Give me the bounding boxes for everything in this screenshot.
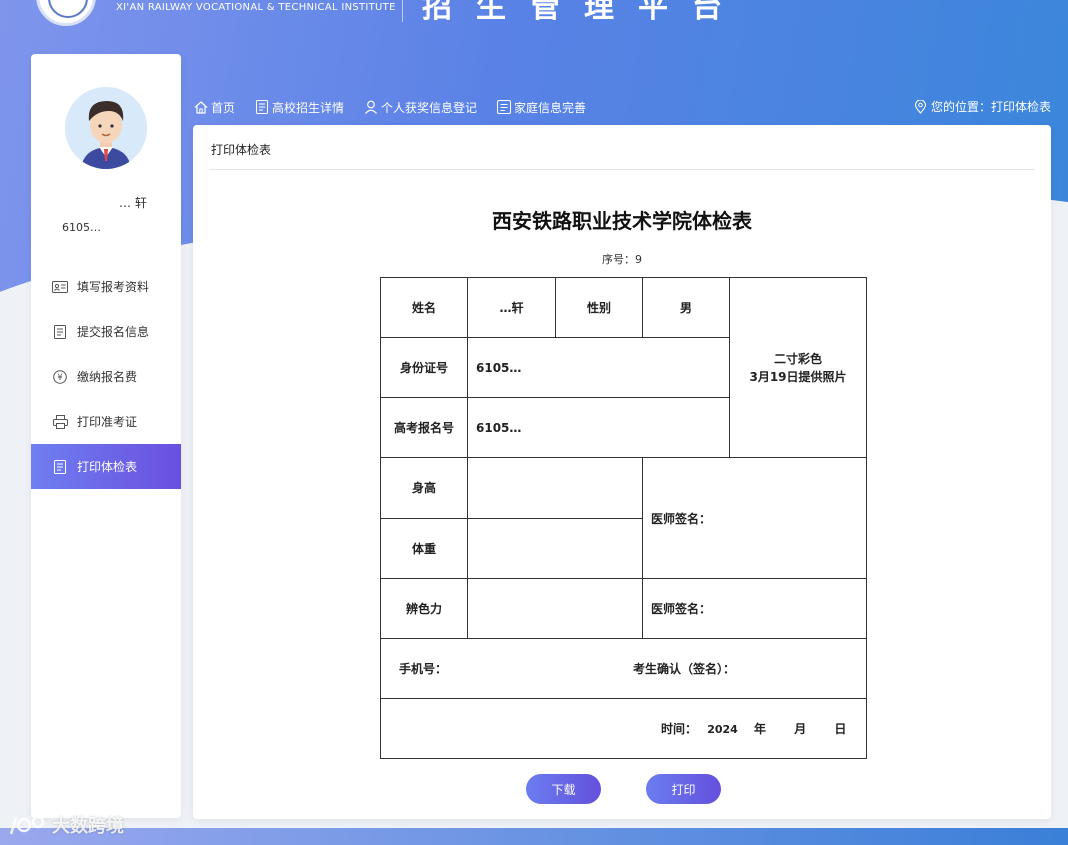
user-name: … 轩 (119, 196, 147, 210)
sidebar-item-pay-fee[interactable]: ¥ 缴纳报名费 (31, 354, 181, 399)
photo-note-date: 3月19日提供照片 (749, 369, 847, 384)
panel-title: 打印体检表 (211, 143, 272, 157)
photo-note-size: 二寸彩色 (773, 351, 822, 366)
doctor-signature-1: 医师签名： (642, 457, 867, 579)
user-icon (365, 100, 377, 114)
platform-title: 招生管理平台 (422, 0, 746, 25)
day-unit: 日 (834, 721, 847, 736)
gender-value: 男 (642, 276, 730, 339)
month-unit: 月 (794, 721, 807, 736)
sidebar-item-submit-info[interactable]: 提交报名信息 (31, 309, 181, 354)
main-panel: 打印体检表 西安铁路职业技术学院体检表 序号：9 姓名 …轩 性别 男 二寸彩色… (193, 125, 1051, 819)
table-row: 辨色力 医师签名： (380, 577, 867, 639)
breadcrumb: 您的位置：打印体检表 (914, 98, 1051, 115)
year-unit: 年 (754, 721, 767, 736)
student-confirm-label: 考生确认（签名）： (633, 661, 736, 676)
user-id: 6105… (62, 221, 101, 234)
location-pin-icon (914, 99, 927, 114)
id-number-value: 6105… (467, 337, 730, 399)
footer-strip (0, 828, 1068, 845)
avatar (65, 87, 147, 169)
nav-label: 首页 (211, 100, 236, 115)
sidebar-item-label: 提交报名信息 (77, 325, 150, 339)
serial-number: 序号：9 (602, 253, 642, 266)
doctor-signature-2: 医师签名： (642, 577, 867, 639)
nav-label: 个人获奖信息登记 (381, 100, 478, 115)
form-title: 西安铁路职业技术学院体检表 (492, 209, 752, 233)
list-icon (497, 100, 512, 114)
header-divider (402, 0, 403, 22)
medical-exam-table: 姓名 …轩 性别 男 二寸彩色 3月19日提供照片 身份证号 6105… 高考报… (380, 276, 867, 760)
gender-label: 性别 (555, 276, 643, 339)
table-row: 身高 医师签名： (380, 457, 867, 579)
color-vision-value (467, 577, 643, 639)
phone-confirm-row: 手机号： 考生确认（签名）： (380, 637, 867, 699)
height-value (467, 457, 643, 519)
sidebar: … 轩 6105… 填写报考资料 提交报名信息 ¥ 缴纳报名费 打印准考证 打印… (31, 54, 181, 818)
nav-home[interactable]: 首页 (194, 99, 235, 116)
id-number-label: 身份证号 (380, 337, 468, 399)
exam-number-label: 高考报名号 (380, 397, 468, 459)
sidebar-item-label: 填写报考资料 (77, 280, 150, 294)
svg-text:¥: ¥ (57, 373, 63, 383)
exam-number-value: 6105… (467, 397, 730, 459)
sidebar-item-label: 打印体检表 (77, 460, 138, 474)
name-value: …轩 (467, 276, 556, 339)
document-icon (52, 324, 68, 339)
sidebar-item-fill-info[interactable]: 填写报考资料 (31, 264, 181, 309)
print-button[interactable]: 打印 (646, 774, 721, 804)
home-icon (194, 100, 208, 114)
action-buttons: 下载 打印 (526, 774, 721, 804)
weight-label: 体重 (380, 517, 468, 579)
photo-cell: 二寸彩色 3月19日提供照片 (729, 276, 867, 459)
document-icon (52, 459, 68, 474)
document-icon (256, 100, 269, 114)
color-vision-label: 辨色力 (380, 577, 468, 639)
date-row: 时间： 2024 年 月 日 (380, 697, 867, 760)
table-row: 手机号： 考生确认（签名）： (380, 637, 867, 699)
institute-english-name: XI'AN RAILWAY VOCATIONAL & TECHNICAL INS… (116, 2, 396, 13)
panel-divider (209, 169, 1035, 170)
watermark-text: 大数跨境 (52, 816, 124, 837)
nav-family-info[interactable]: 家庭信息完善 (497, 99, 586, 116)
breadcrumb-label: 您的位置：打印体检表 (930, 100, 1051, 114)
phone-label: 手机号： (399, 661, 448, 676)
printer-icon (52, 414, 68, 429)
sidebar-menu: 填写报考资料 提交报名信息 ¥ 缴纳报名费 打印准考证 打印体检表 (31, 264, 181, 489)
weight-value (467, 517, 643, 579)
id-card-icon (52, 280, 68, 294)
yen-circle-icon: ¥ (52, 369, 68, 384)
download-button[interactable]: 下载 (526, 774, 601, 804)
name-label: 姓名 (380, 276, 468, 339)
nav-admission-details[interactable]: 高校招生详情 (255, 99, 344, 116)
time-label: 时间： (661, 721, 698, 736)
nav-label: 家庭信息完善 (514, 100, 587, 115)
height-label: 身高 (380, 457, 468, 519)
nav-award-registration[interactable]: 个人获奖信息登记 (364, 99, 477, 116)
watermark: 大数跨境 (8, 812, 124, 838)
watermark-logo (9, 815, 45, 835)
table-row: 姓名 …轩 性别 男 二寸彩色 3月19日提供照片 (380, 276, 867, 459)
year-value: 2024 (707, 722, 738, 736)
sidebar-item-label: 打印准考证 (77, 415, 138, 429)
sidebar-item-label: 缴纳报名费 (77, 370, 138, 384)
sidebar-item-print-medical-form[interactable]: 打印体检表 (31, 444, 181, 489)
nav-label: 高校招生详情 (272, 100, 345, 115)
table-row: 时间： 2024 年 月 日 (380, 697, 867, 760)
top-nav: 首页 高校招生详情 个人获奖信息登记 家庭信息完善 (194, 98, 606, 116)
sidebar-item-print-admission[interactable]: 打印准考证 (31, 399, 181, 444)
